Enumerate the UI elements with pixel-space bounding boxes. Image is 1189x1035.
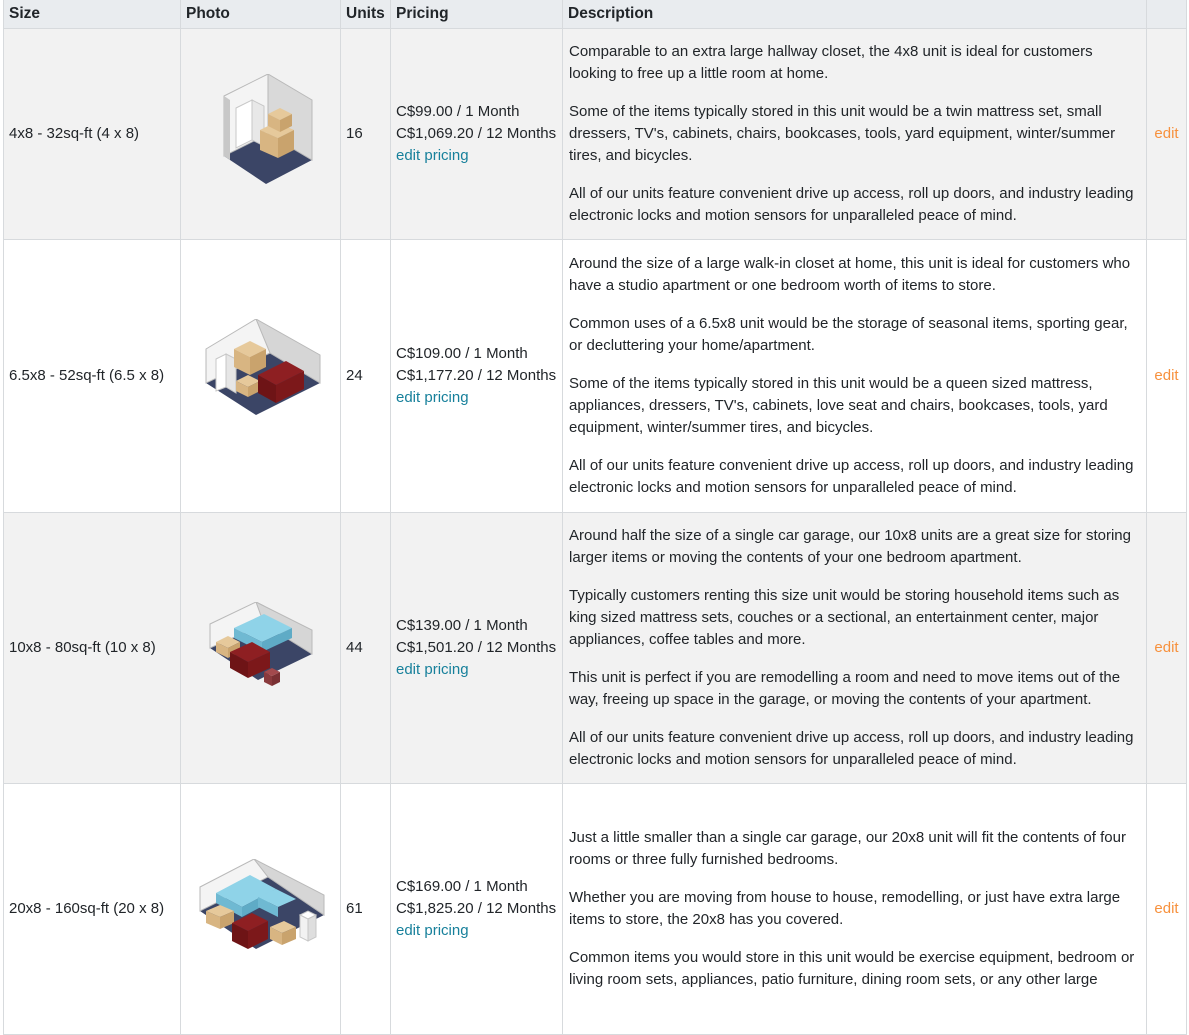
unit-photo-cell	[180, 512, 341, 784]
price-yearly: C$1,177.20 / 12 Months	[396, 367, 557, 384]
table-row: 6.5x8 - 52sq-ft (6.5 x 8) 24 C$109.00 / …	[3, 239, 1187, 513]
unit-pricing: C$169.00 / 1 Month C$1,825.20 / 12 Month…	[390, 783, 563, 1035]
unit-photo-cell	[180, 28, 341, 240]
table-row: 20x8 - 160sq-ft (20 x 8) 61 C$169.00 / 1…	[3, 783, 1187, 1035]
unit-size: 20x8 - 160sq-ft (20 x 8)	[3, 783, 181, 1035]
header-size: Size	[3, 0, 181, 29]
unit-pricing: C$99.00 / 1 Month C$1,069.20 / 12 Months…	[390, 28, 563, 240]
unit-pricing: C$109.00 / 1 Month C$1,177.20 / 12 Month…	[390, 239, 563, 513]
unit-count: 16	[340, 28, 391, 240]
unit-photo-cell	[180, 783, 341, 1035]
storage-units-table: Size Photo Units Pricing Description 4x8…	[3, 0, 1187, 1035]
storage-unit-4x8-image	[223, 74, 312, 184]
edit-link[interactable]: edit	[1154, 900, 1178, 917]
row-actions: edit	[1146, 512, 1187, 784]
price-yearly: C$1,501.20 / 12 Months	[396, 639, 557, 656]
edit-link[interactable]: edit	[1154, 125, 1178, 142]
header-description: Description	[562, 0, 1147, 29]
unit-pricing: C$139.00 / 1 Month C$1,501.20 / 12 Month…	[390, 512, 563, 784]
header-photo: Photo	[180, 0, 341, 29]
description-paragraph: Some of the items typically stored in th…	[569, 375, 1108, 436]
edit-pricing-link[interactable]: edit pricing	[396, 145, 557, 167]
price-yearly: C$1,069.20 / 12 Months	[396, 125, 557, 142]
description-paragraph: Common items you would store in this uni…	[569, 949, 1135, 988]
unit-description: Around the size of a large walk-in close…	[562, 239, 1147, 513]
storage-unit-10x8-image	[209, 602, 312, 686]
description-paragraph: Some of the items typically stored in th…	[569, 103, 1116, 164]
description-paragraph: Around the size of a large walk-in close…	[569, 255, 1131, 294]
unit-description: Around half the size of a single car gar…	[562, 512, 1147, 784]
unit-size: 4x8 - 32sq-ft (4 x 8)	[3, 28, 181, 240]
unit-count: 24	[340, 239, 391, 513]
storage-unit-20x8-image	[199, 859, 324, 949]
unit-size: 10x8 - 80sq-ft (10 x 8)	[3, 512, 181, 784]
description-paragraph: Common uses of a 6.5x8 unit would be the…	[569, 315, 1128, 354]
description-paragraph: Comparable to an extra large hallway clo…	[569, 43, 1093, 82]
description-paragraph: All of our units feature convenient driv…	[569, 457, 1134, 496]
price-yearly: C$1,825.20 / 12 Months	[396, 900, 557, 917]
table-row: 4x8 - 32sq-ft (4 x 8) 16 C$99.00 / 1 Mon…	[3, 28, 1187, 240]
unit-size: 6.5x8 - 52sq-ft (6.5 x 8)	[3, 239, 181, 513]
description-paragraph: This unit is perfect if you are remodell…	[569, 669, 1121, 708]
header-units: Units	[340, 0, 391, 29]
description-paragraph: Just a little smaller than a single car …	[569, 829, 1126, 868]
unit-count: 61	[340, 783, 391, 1035]
description-paragraph: All of our units feature convenient driv…	[569, 729, 1134, 768]
edit-link[interactable]: edit	[1154, 639, 1178, 656]
edit-pricing-link[interactable]: edit pricing	[396, 387, 557, 409]
storage-unit-6-5x8-image	[205, 318, 320, 415]
description-paragraph: Typically customers renting this size un…	[569, 587, 1120, 648]
price-monthly: C$139.00 / 1 Month	[396, 617, 528, 634]
header-actions	[1146, 0, 1187, 29]
edit-link[interactable]: edit	[1154, 367, 1178, 384]
description-paragraph: Whether you are moving from house to hou…	[569, 889, 1121, 928]
unit-count: 44	[340, 512, 391, 784]
unit-description: Comparable to an extra large hallway clo…	[562, 28, 1147, 240]
price-monthly: C$99.00 / 1 Month	[396, 103, 520, 120]
header-pricing: Pricing	[390, 0, 563, 29]
table-row: 10x8 - 80sq-ft (10 x 8) 44 C$139.00 / 1 …	[3, 512, 1187, 784]
edit-pricing-link[interactable]: edit pricing	[396, 659, 557, 681]
unit-description: Just a little smaller than a single car …	[562, 783, 1147, 1035]
row-actions: edit	[1146, 28, 1187, 240]
description-paragraph: All of our units feature convenient driv…	[569, 185, 1134, 224]
row-actions: edit	[1146, 239, 1187, 513]
unit-photo-cell	[180, 239, 341, 513]
row-actions: edit	[1146, 783, 1187, 1035]
price-monthly: C$109.00 / 1 Month	[396, 345, 528, 362]
edit-pricing-link[interactable]: edit pricing	[396, 920, 557, 942]
table-header-row: Size Photo Units Pricing Description	[3, 0, 1187, 29]
price-monthly: C$169.00 / 1 Month	[396, 878, 528, 895]
description-paragraph: Around half the size of a single car gar…	[569, 527, 1131, 566]
